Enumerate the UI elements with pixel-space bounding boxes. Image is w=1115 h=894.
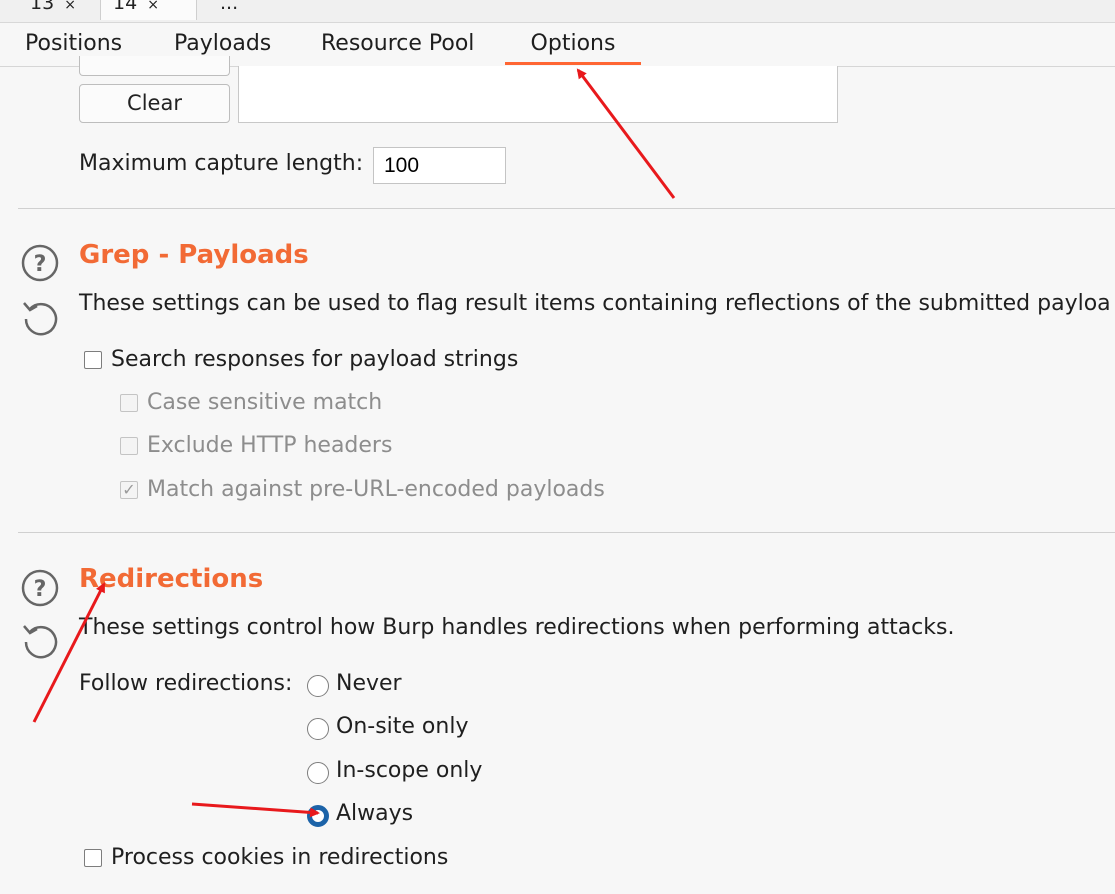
tab-resource-pool[interactable]: Resource Pool	[321, 23, 474, 65]
help-icon[interactable]: ?	[20, 568, 60, 608]
process-cookies-label: Process cookies in redirections	[111, 845, 449, 870]
search-responses-label: Search responses for payload strings	[111, 347, 519, 372]
radio-on-site-only-label: On-site only	[336, 714, 469, 739]
more-tabs[interactable]: ...	[208, 0, 250, 20]
radio-in-scope-only[interactable]	[307, 762, 329, 784]
radio-always[interactable]	[307, 805, 329, 827]
radio-always-label: Always	[336, 801, 414, 826]
close-icon[interactable]: ×	[64, 0, 76, 13]
radio-never[interactable]	[307, 675, 329, 697]
partial-button[interactable]	[79, 56, 230, 76]
search-responses-checkbox[interactable]	[84, 351, 102, 369]
match-pre-url-encoded-label: Match against pre-URL-encoded payloads	[147, 477, 605, 502]
request-tab-strip: 13 × 14 × ...	[0, 0, 1115, 23]
restore-defaults-icon[interactable]	[20, 620, 60, 660]
case-sensitive-checkbox[interactable]	[120, 394, 138, 412]
case-sensitive-label: Case sensitive match	[147, 390, 383, 415]
grep-payloads-heading: Grep - Payloads	[79, 240, 309, 270]
grep-payloads-description: These settings can be used to flag resul…	[79, 291, 1111, 316]
request-tab-13[interactable]: 13 ×	[18, 0, 88, 20]
capture-list-box[interactable]	[238, 66, 838, 123]
radio-never-label: Never	[336, 671, 402, 696]
redirections-heading: Redirections	[79, 564, 264, 594]
request-tab-14[interactable]: 14 ×	[100, 0, 197, 20]
radio-on-site-only[interactable]	[307, 718, 329, 740]
exclude-headers-checkbox[interactable]	[120, 437, 138, 455]
tab-label: 14	[113, 0, 138, 14]
close-icon[interactable]: ×	[147, 0, 159, 13]
red-arrow-annotation	[191, 802, 320, 818]
follow-redirections-label: Follow redirections:	[79, 671, 293, 696]
clear-button[interactable]: Clear	[79, 84, 230, 123]
redirections-description: These settings control how Burp handles …	[79, 615, 955, 640]
radio-in-scope-only-label: In-scope only	[336, 758, 483, 783]
section-divider	[18, 208, 1115, 209]
tab-label: 13	[30, 0, 55, 14]
process-cookies-checkbox[interactable]	[84, 849, 102, 867]
max-capture-length-field[interactable]	[373, 147, 506, 184]
match-pre-url-encoded-checkbox[interactable]: ✓	[120, 481, 138, 499]
tab-options[interactable]: Options	[505, 23, 641, 65]
restore-defaults-icon[interactable]	[20, 297, 60, 337]
section-divider	[18, 532, 1115, 533]
exclude-headers-label: Exclude HTTP headers	[147, 433, 393, 458]
max-capture-length-label: Maximum capture length:	[79, 151, 364, 176]
svg-text:?: ?	[34, 577, 47, 602]
help-icon[interactable]: ?	[20, 243, 60, 283]
svg-text:?: ?	[34, 252, 47, 277]
